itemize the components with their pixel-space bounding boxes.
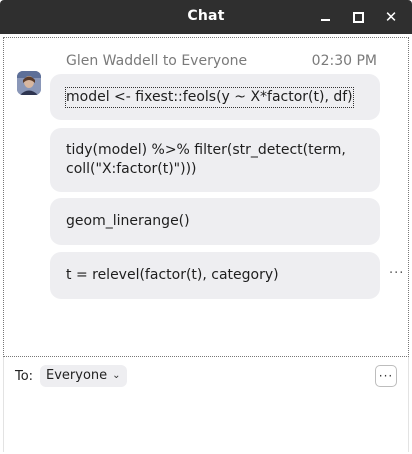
recipient-dropdown[interactable]: Everyone ⌄: [40, 365, 127, 387]
chat-message-list[interactable]: Glen Waddell to Everyone 02:30 PM model …: [3, 37, 409, 357]
more-options-button[interactable]: ···: [375, 365, 397, 387]
title-bar: Chat ✕: [0, 0, 412, 34]
message-sender: Glen Waddell to Everyone: [66, 53, 248, 69]
message-text: geom_linerange(): [66, 213, 190, 229]
to-label: To:: [15, 369, 34, 384]
recipient-value: Everyone: [46, 368, 108, 383]
close-icon[interactable]: ✕: [382, 8, 400, 26]
chat-message[interactable]: tidy(model) %>% filter(str_detect(term, …: [50, 128, 380, 192]
minimize-icon[interactable]: [316, 8, 334, 26]
chat-message[interactable]: geom_linerange(): [50, 198, 380, 245]
chat-message[interactable]: model <- fixest::feols(y ~ X*factor(t), …: [50, 74, 380, 120]
message-text: t = relevel(factor(t), category): [66, 267, 279, 283]
avatar[interactable]: [17, 71, 41, 95]
message-text: model <- fixest::feols(y ~ X*factor(t), …: [65, 87, 354, 108]
chevron-down-icon: ⌄: [112, 370, 121, 381]
message-text: tidy(model) %>% filter(str_detect(term, …: [66, 142, 346, 177]
maximize-icon[interactable]: [349, 8, 367, 26]
chat-message[interactable]: t = relevel(factor(t), category): [50, 252, 380, 299]
message-timestamp: 02:30 PM: [311, 53, 377, 69]
message-more-options-icon[interactable]: ···: [389, 266, 404, 281]
composer-area: To: Everyone ⌄ ···: [3, 357, 409, 452]
